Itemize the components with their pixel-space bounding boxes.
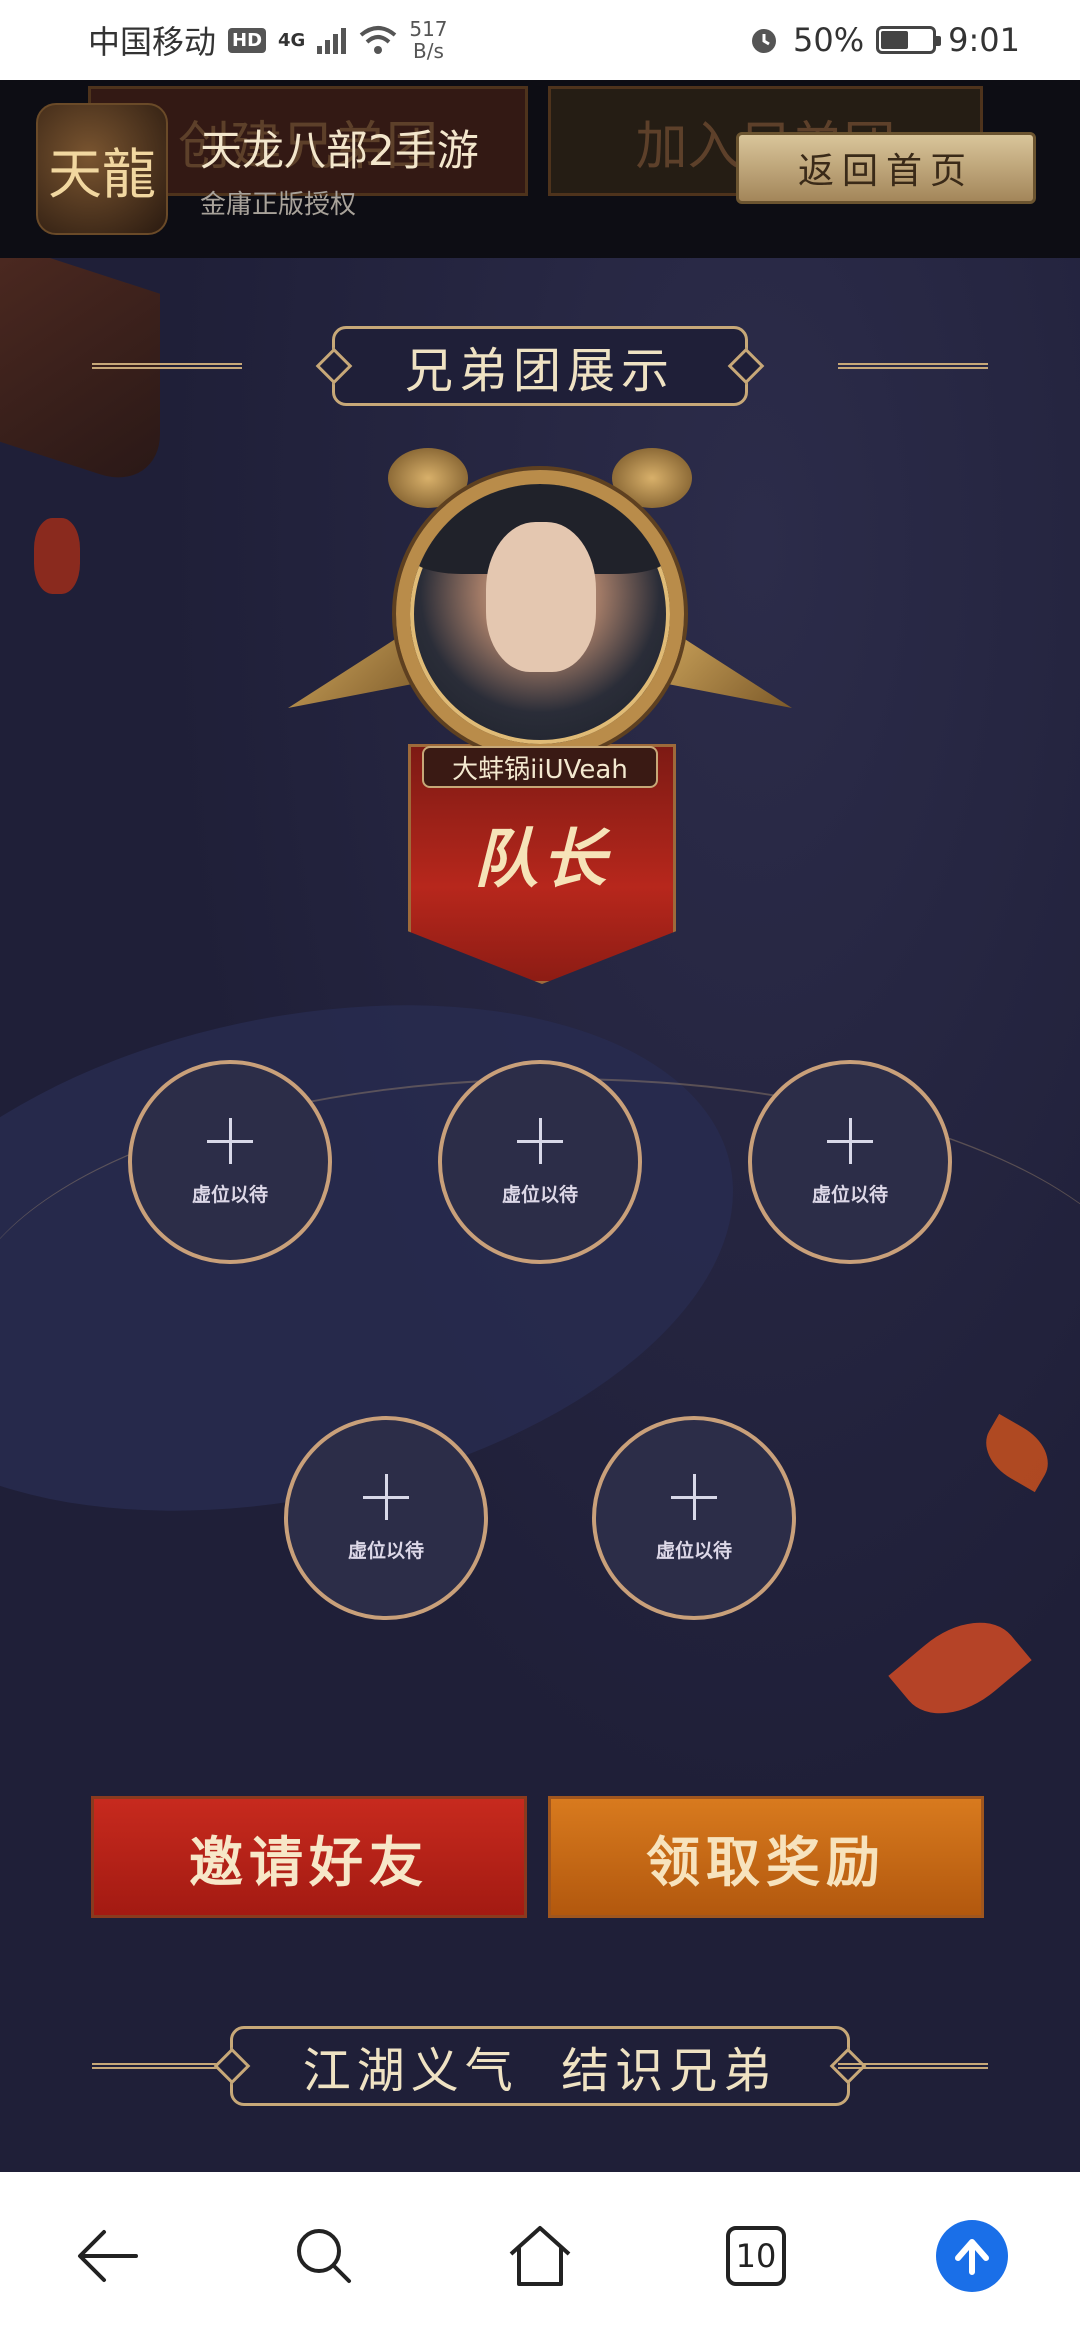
empty-member-slot[interactable]: 虚位以待: [748, 1060, 952, 1264]
speed-unit: B/s: [412, 39, 444, 63]
wifi-icon: [360, 26, 397, 54]
speed-value: 517: [409, 17, 448, 41]
invite-friends-button[interactable]: 邀请好友: [91, 1796, 527, 1918]
slot-label: 虚位以待: [655, 1539, 732, 1562]
section-title-frame: 兄弟团展示: [92, 326, 988, 406]
clock: 9:01: [948, 21, 1020, 59]
slot-label: 虚位以待: [501, 1183, 578, 1206]
plus-icon: [517, 1117, 563, 1164]
title-rail-right: [838, 2063, 988, 2069]
captain-role-label: 队长: [474, 822, 610, 897]
plus-icon: [671, 1473, 717, 1520]
game-name: 天龙八部2手游: [200, 126, 479, 175]
return-home-button[interactable]: 返回首页: [736, 132, 1036, 204]
slot-label: 虚位以待: [347, 1539, 424, 1562]
empty-member-slot[interactable]: 虚位以待: [128, 1060, 332, 1264]
claim-reward-button[interactable]: 领取奖励: [548, 1796, 984, 1918]
browser-nav-bar: 10: [0, 2172, 1080, 2340]
plus-icon: [363, 1473, 409, 1520]
footer-title-frame: 江湖义气 结识兄弟: [92, 2026, 988, 2106]
home-button[interactable]: [492, 2208, 588, 2304]
captain-avatar[interactable]: [396, 470, 684, 758]
tabs-count-icon: 10: [726, 2226, 786, 2286]
back-button[interactable]: [60, 2208, 156, 2304]
game-info: 天龙八部2手游 金庸正版授权: [200, 117, 479, 221]
plus-icon: [207, 1117, 253, 1164]
signal-icon: 4G: [278, 29, 306, 51]
section-title: 兄弟团展示: [331, 326, 748, 406]
back-arrow-icon: [78, 2230, 138, 2282]
up-arrow-icon: [936, 2220, 1008, 2292]
empty-member-slot[interactable]: 虚位以待: [284, 1416, 488, 1620]
home-icon: [509, 2226, 571, 2286]
empty-member-slot[interactable]: 虚位以待: [438, 1060, 642, 1264]
battery-icon: [876, 26, 942, 54]
maple-leaf-icon: [888, 1598, 1032, 1738]
game-subtitle: 金庸正版授权: [200, 190, 357, 220]
status-right: 50% 9:01: [747, 21, 1020, 59]
empty-member-slot[interactable]: 虚位以待: [592, 1416, 796, 1620]
footer-title: 江湖义气 结识兄弟: [229, 2026, 851, 2106]
network-speed: 517 B/s: [409, 18, 447, 62]
search-icon: [297, 2229, 351, 2283]
captain-card[interactable]: 大蚌锅iiUVeah 队长: [288, 448, 792, 988]
hd-icon: HD: [228, 27, 267, 53]
slot-label: 虚位以待: [191, 1183, 268, 1206]
signal-bars-icon: [317, 28, 347, 54]
tabs-button[interactable]: 10: [708, 2208, 804, 2304]
battery-fill: [881, 31, 909, 49]
plus-icon: [827, 1117, 873, 1164]
alarm-icon: [752, 29, 777, 53]
slot-label: 虚位以待: [811, 1183, 888, 1206]
battery-percent: 50%: [793, 21, 865, 59]
captain-name: 大蚌锅iiUVeah: [422, 746, 658, 788]
status-left: 中国移动 HD 4G 517 B/s: [88, 17, 448, 63]
title-rail-left: [92, 363, 242, 369]
carrier-label: 中国移动: [88, 23, 217, 61]
status-bar: 中国移动 HD 4G 517 B/s 50% 9:01: [0, 0, 1080, 80]
search-button[interactable]: [276, 2208, 372, 2304]
lantern-decoration: [34, 518, 80, 594]
game-logo[interactable]: 天龍: [36, 103, 168, 235]
avatar-face: [486, 522, 596, 672]
upload-button[interactable]: [924, 2208, 1020, 2304]
title-rail-right: [838, 363, 988, 369]
game-banner[interactable]: 创建兄弟团 加入兄弟团 天龍 天龙八部2手游 金庸正版授权 返回首页: [0, 80, 1080, 258]
